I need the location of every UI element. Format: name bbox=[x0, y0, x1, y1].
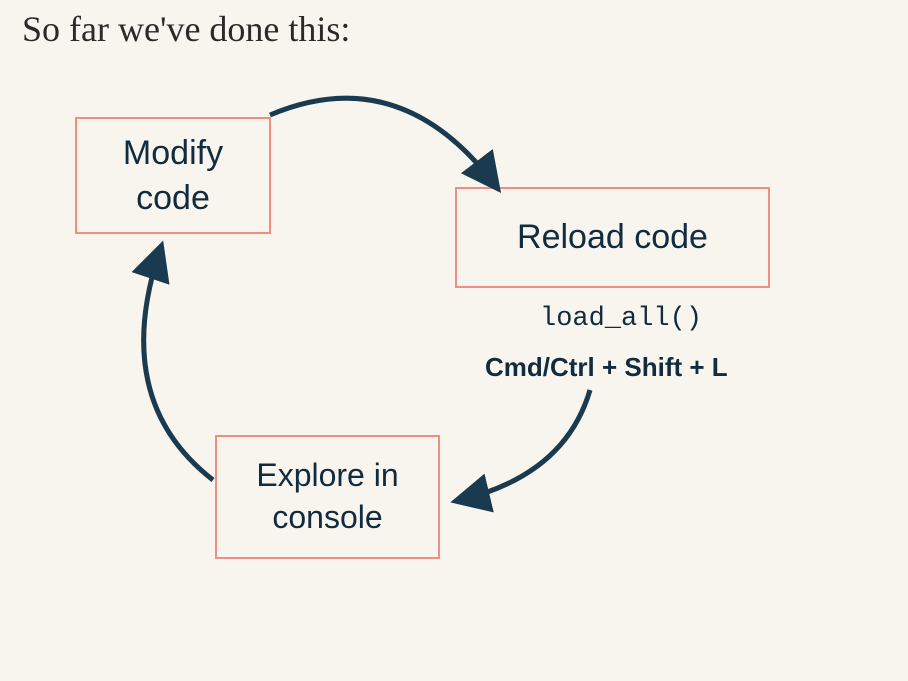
node-reload-label: Reload code bbox=[517, 215, 708, 259]
node-modify-line2: code bbox=[136, 179, 210, 217]
node-reload: Reload code bbox=[455, 187, 770, 288]
node-modify-line1: Modify bbox=[123, 134, 223, 172]
page-title: So far we've done this: bbox=[22, 8, 350, 50]
node-explore: Explore in console bbox=[215, 435, 440, 559]
node-modify: Modify code bbox=[75, 117, 271, 234]
node-explore-line2: console bbox=[272, 499, 382, 535]
reload-code-snippet: load_all() bbox=[540, 304, 702, 334]
arrow-modify-to-reload bbox=[270, 98, 495, 185]
arrow-explore-to-modify bbox=[144, 250, 213, 480]
cycle-arrows bbox=[0, 0, 908, 681]
node-explore-line1: Explore in bbox=[256, 457, 398, 493]
reload-shortcut: Cmd/Ctrl + Shift + L bbox=[485, 352, 728, 383]
arrow-reload-to-explore bbox=[460, 390, 590, 500]
